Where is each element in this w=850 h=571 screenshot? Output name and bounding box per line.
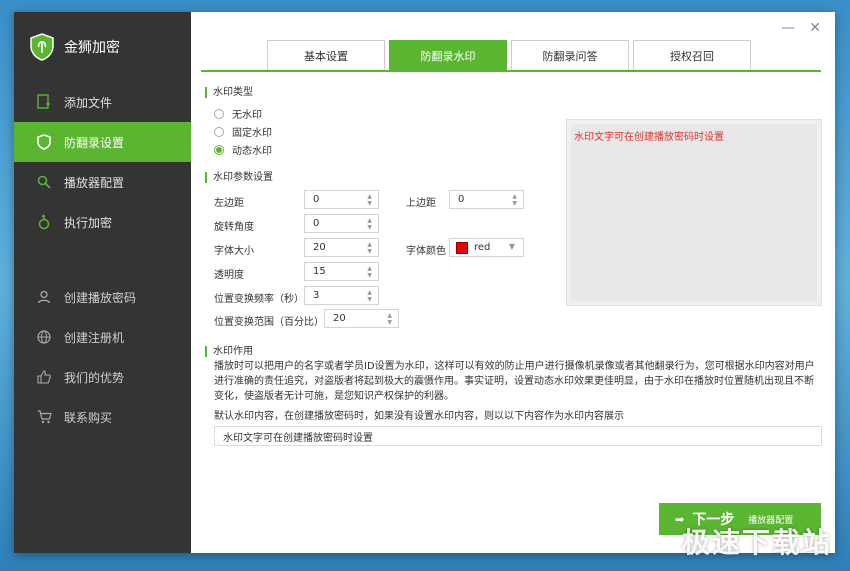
close-button[interactable]: ✕ <box>809 20 821 36</box>
stepper-arrows-icon[interactable]: ▲ ▼ <box>367 217 372 231</box>
font-size-label: 字体大小 <box>214 246 254 257</box>
stepper-arrows-icon[interactable]: ▲ ▼ <box>367 241 372 255</box>
default-watermark-input[interactable]: 水印文字可在创建播放密码时设置 <box>214 426 822 446</box>
thumbs-up-icon <box>36 369 52 385</box>
freq-value: 3 <box>313 290 320 301</box>
chevron-down-icon: ▼ <box>508 242 515 251</box>
tab-anti-record-watermark[interactable]: 防翻录水印 <box>389 40 507 70</box>
font-color-select[interactable]: red ▼ <box>449 238 524 257</box>
color-swatch <box>456 241 468 254</box>
shield-icon <box>36 134 52 150</box>
radio-no-watermark[interactable]: 无水印 <box>214 106 262 121</box>
sidebar-item-add-file[interactable]: 添加文件 <box>14 82 191 122</box>
sidebar-item-label: 我们的优势 <box>64 370 125 385</box>
default-note: 默认水印内容，在创建播放密码时，如果没有设置水印内容，则以以下内容作为水印内容展… <box>214 411 624 422</box>
sidebar-item-label: 联系购买 <box>64 410 113 425</box>
radio-fixed-watermark[interactable]: 固定水印 <box>214 124 272 139</box>
sidebar-item-advantages[interactable]: 我们的优势 <box>14 357 191 397</box>
sidebar: 金狮加密 添加文件 防翻录设置 播放器配置 执行加密 创建播放密码 创建注册机 … <box>14 12 191 553</box>
stepper-arrows-icon[interactable]: ▲ ▼ <box>387 312 392 326</box>
left-margin-label: 左边距 <box>214 198 244 209</box>
section-title-effect: 水印作用 <box>205 346 253 357</box>
sidebar-item-contact-purchase[interactable]: 联系购买 <box>14 397 191 437</box>
tab-underline <box>201 70 821 72</box>
sidebar-item-label: 创建注册机 <box>64 330 125 345</box>
sidebar-item-label: 添加文件 <box>64 95 113 110</box>
rotation-label: 旋转角度 <box>214 222 254 233</box>
tab-anti-record-qa[interactable]: 防翻录问答 <box>511 40 629 70</box>
freq-label: 位置变换频率（秒） <box>214 294 304 305</box>
radio-dynamic-watermark[interactable]: 动态水印 <box>214 142 272 157</box>
stepper-arrows-icon[interactable]: ▲ ▼ <box>512 193 517 207</box>
sidebar-item-label: 防翻录设置 <box>64 135 125 150</box>
radio-label: 固定水印 <box>232 128 272 139</box>
left-margin-value: 0 <box>313 194 320 205</box>
left-margin-stepper[interactable]: 0 ▲ ▼ <box>304 190 379 209</box>
globe-icon <box>36 329 52 345</box>
window-controls: — ✕ <box>781 20 821 36</box>
app-logo: 金狮加密 <box>14 12 191 82</box>
font-color-label: 字体颜色 <box>406 246 446 257</box>
search-icon <box>36 174 52 190</box>
radio-dot <box>214 126 224 137</box>
font-size-stepper[interactable]: 20 ▲ ▼ <box>304 238 379 257</box>
minimize-button[interactable]: — <box>781 20 795 36</box>
radio-dot <box>214 108 224 119</box>
user-icon <box>36 289 52 305</box>
rotation-stepper[interactable]: 0 ▲ ▼ <box>304 214 379 233</box>
sidebar-item-encrypt[interactable]: 执行加密 <box>14 202 191 242</box>
stepper-arrows-icon[interactable]: ▲ ▼ <box>367 265 372 279</box>
radio-label: 无水印 <box>232 110 262 121</box>
effect-description: 播放时可以把用户的名字或者学员ID设置为水印，这样可以有效的防止用户进行摄像机录… <box>214 361 815 402</box>
logo-shield-icon <box>30 33 54 61</box>
font-color-value: red <box>474 242 491 253</box>
opacity-label: 透明度 <box>214 270 244 281</box>
range-value: 20 <box>333 313 346 324</box>
watermark-preview: 水印文字可在创建播放密码时设置 <box>566 119 822 306</box>
tab-basic-settings[interactable]: 基本设置 <box>267 40 385 70</box>
tab-license-recall[interactable]: 授权召回 <box>633 40 751 70</box>
tab-bar: 基本设置 防翻录水印 防翻录问答 授权召回 <box>267 40 751 70</box>
opacity-stepper[interactable]: 15 ▲ ▼ <box>304 262 379 281</box>
main-panel: — ✕ 基本设置 防翻录水印 防翻录问答 授权召回 水印类型 无水印 固定水印 … <box>191 12 835 553</box>
sidebar-item-anti-record[interactable]: 防翻录设置 <box>14 122 191 162</box>
sidebar-item-create-keygen[interactable]: 创建注册机 <box>14 317 191 357</box>
rotation-value: 0 <box>313 218 320 229</box>
sidebar-item-create-password[interactable]: 创建播放密码 <box>14 277 191 317</box>
preview-area: 水印文字可在创建播放密码时设置 <box>571 124 817 301</box>
add-file-icon <box>36 94 52 110</box>
section-title-params: 水印参数设置 <box>205 172 273 183</box>
top-margin-value: 0 <box>458 194 465 205</box>
site-watermark: 极速下载站 <box>681 526 832 559</box>
app-title: 金狮加密 <box>64 40 120 56</box>
top-margin-stepper[interactable]: 0 ▲ ▼ <box>449 190 524 209</box>
preview-text: 水印文字可在创建播放密码时设置 <box>574 132 724 143</box>
stepper-arrows-icon[interactable]: ▲ ▼ <box>367 193 372 207</box>
range-label: 位置变换范围（百分比） <box>214 317 324 328</box>
sidebar-item-label: 播放器配置 <box>64 175 125 190</box>
section-title-watermark-type: 水印类型 <box>205 87 253 98</box>
sidebar-item-label: 执行加密 <box>64 215 113 230</box>
font-size-value: 20 <box>313 242 326 253</box>
freq-stepper[interactable]: 3 ▲ ▼ <box>304 286 379 305</box>
app-window: 金狮加密 添加文件 防翻录设置 播放器配置 执行加密 创建播放密码 创建注册机 … <box>14 12 835 553</box>
lock-icon <box>36 214 52 230</box>
opacity-value: 15 <box>313 266 326 277</box>
range-stepper[interactable]: 20 ▲ ▼ <box>324 309 399 328</box>
cart-icon <box>36 409 52 425</box>
radio-dot-selected <box>214 144 224 155</box>
sidebar-item-label: 创建播放密码 <box>64 290 137 305</box>
stepper-arrows-icon[interactable]: ▲ ▼ <box>367 289 372 303</box>
top-margin-label: 上边距 <box>406 198 436 209</box>
sidebar-item-player-config[interactable]: 播放器配置 <box>14 162 191 202</box>
radio-label: 动态水印 <box>232 146 272 157</box>
